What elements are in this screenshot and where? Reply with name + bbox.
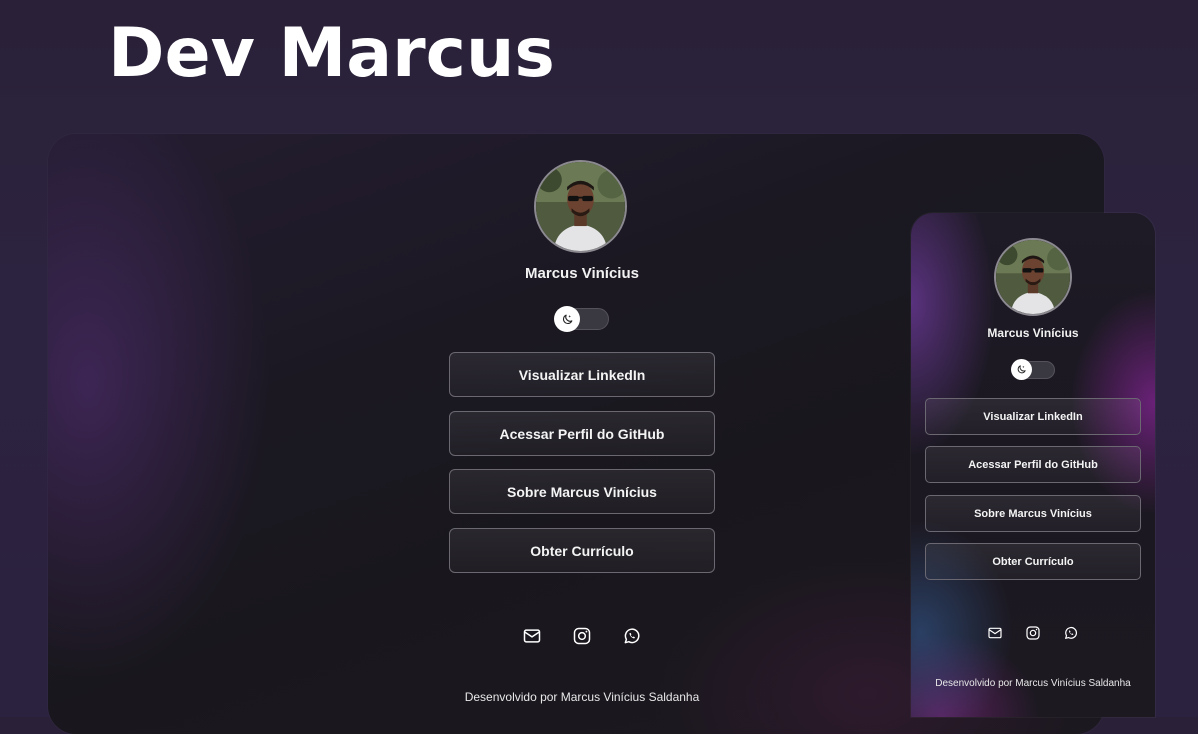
moon-icon [1017, 365, 1026, 374]
social-links [987, 625, 1079, 641]
linkedin-button[interactable]: Visualizar LinkedIn [449, 352, 715, 397]
whatsapp-icon[interactable] [622, 626, 642, 646]
about-button[interactable]: Sobre Marcus Vinícius [925, 495, 1141, 532]
instagram-icon[interactable] [572, 626, 592, 646]
profile-name: Marcus Vinícius [987, 326, 1079, 340]
profile-photo [996, 240, 1070, 314]
mail-icon[interactable] [522, 626, 542, 646]
github-button[interactable]: Acessar Perfil do GitHub [925, 446, 1141, 483]
resume-button[interactable]: Obter Currículo [449, 528, 715, 573]
page-title: Dev Marcus [108, 14, 555, 93]
theme-toggle[interactable] [1011, 359, 1055, 380]
avatar [994, 238, 1072, 316]
github-button[interactable]: Acessar Perfil do GitHub [449, 411, 715, 456]
avatar [534, 160, 627, 253]
toggle-knob [554, 306, 580, 332]
resume-button[interactable]: Obter Currículo [925, 543, 1141, 580]
about-button[interactable]: Sobre Marcus Vinícius [449, 469, 715, 514]
theme-toggle[interactable] [554, 306, 609, 332]
instagram-icon[interactable] [1025, 625, 1041, 641]
toggle-knob [1011, 359, 1032, 380]
footer-credit: Desenvolvido por Marcus Vinícius Saldanh… [935, 678, 1131, 689]
linkedin-button[interactable]: Visualizar LinkedIn [925, 398, 1141, 435]
mail-icon[interactable] [987, 625, 1003, 641]
whatsapp-icon[interactable] [1063, 625, 1079, 641]
moon-icon [562, 314, 572, 324]
mobile-preview: Marcus Vinícius Visualizar LinkedIn Aces… [911, 213, 1155, 717]
profile-photo [536, 162, 625, 251]
social-links [522, 625, 642, 647]
